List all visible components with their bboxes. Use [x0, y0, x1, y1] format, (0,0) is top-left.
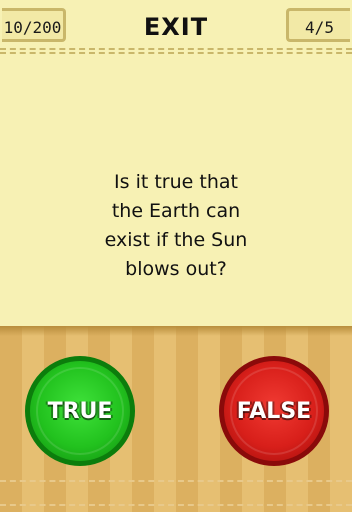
question-text: Is it true that the Earth can exist if t…	[76, 168, 276, 284]
top-bar: 10/200 EXIT 4/5	[0, 0, 352, 50]
true-button[interactable]: TRUE	[25, 356, 135, 466]
question-line: blows out?	[125, 258, 227, 280]
header-divider	[0, 48, 352, 50]
header-divider-secondary	[0, 52, 352, 54]
true-button-label: TRUE	[47, 398, 113, 424]
question-progress: 4/5	[286, 8, 350, 42]
floor-seam	[0, 480, 352, 482]
question-line: the Earth can	[111, 200, 241, 222]
exit-button[interactable]: EXIT	[126, 10, 226, 44]
score-counter: 10/200	[2, 8, 66, 42]
floor-seam	[0, 504, 352, 506]
question-line: exist if the Sun	[104, 229, 248, 251]
false-button[interactable]: FALSE	[219, 356, 329, 466]
question-line: Is it true that	[114, 171, 238, 193]
floor-shadow	[0, 326, 352, 336]
false-button-label: FALSE	[236, 398, 312, 424]
